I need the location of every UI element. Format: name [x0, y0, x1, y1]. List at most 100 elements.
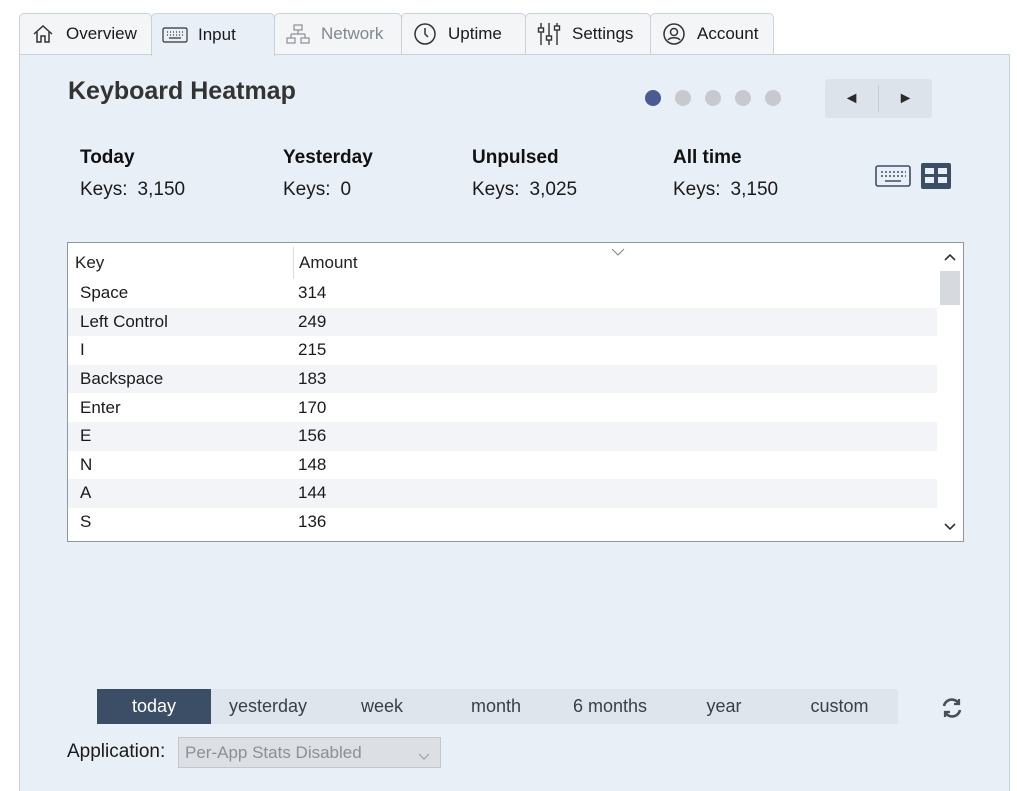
stat-heading: Yesterday — [283, 147, 373, 168]
cell-amount: 144 — [298, 483, 327, 503]
scroll-up-icon[interactable] — [937, 245, 963, 269]
table-row[interactable]: Enter 170 — [68, 393, 937, 422]
stat-heading: Unpulsed — [472, 147, 559, 168]
stat-value: 0 — [340, 179, 352, 200]
column-header-amount[interactable]: Amount — [299, 253, 358, 273]
tab-network[interactable]: Network — [274, 13, 402, 54]
sort-descending-icon — [611, 243, 625, 261]
table-row[interactable]: Left Control 249 — [68, 307, 937, 337]
tab-label: Uptime — [448, 24, 502, 43]
application-label: Application: — [67, 741, 166, 762]
view-toggle — [875, 163, 951, 194]
scroll-down-icon[interactable] — [937, 515, 963, 539]
sliders-icon — [536, 21, 562, 47]
application-select-value: Per-App Stats Disabled — [185, 742, 362, 762]
page-dot[interactable] — [735, 90, 751, 106]
range-6-months[interactable]: 6 months — [553, 689, 667, 724]
page-indicator — [645, 90, 781, 106]
cell-key: Enter — [80, 397, 121, 417]
table-header: Key Amount — [68, 243, 937, 281]
cell-key: Space — [80, 283, 129, 303]
clock-icon — [412, 21, 438, 47]
page-title: Keyboard Heatmap — [68, 77, 296, 105]
column-header-key[interactable]: Key — [75, 253, 104, 273]
cell-amount: 215 — [298, 340, 327, 360]
keyboard-view-icon[interactable] — [875, 164, 911, 193]
stat-value: 3,150 — [137, 179, 186, 200]
stat-heading: All time — [673, 147, 742, 168]
table-row[interactable]: I 215 — [68, 336, 937, 365]
range-custom[interactable]: custom — [781, 689, 898, 724]
chevron-down-icon — [418, 746, 430, 766]
stat-today: Today Keys: 3,150 — [80, 147, 270, 201]
tab-label: Settings — [572, 24, 634, 43]
page-dot[interactable] — [645, 90, 661, 106]
cell-key: I — [80, 340, 85, 360]
page-dot[interactable] — [765, 90, 781, 106]
input-panel: Keyboard Heatmap ◄ ► Today Keys: 3,150 Ye… — [19, 54, 1010, 791]
range-yesterday[interactable]: yesterday — [211, 689, 325, 724]
range-month[interactable]: month — [439, 689, 553, 724]
table-row[interactable]: A 144 — [68, 479, 937, 508]
network-icon — [285, 21, 311, 47]
range-week[interactable]: week — [325, 689, 439, 724]
refresh-icon[interactable] — [940, 696, 964, 720]
cell-amount: 148 — [298, 454, 327, 474]
pager-buttons: ◄ ► — [825, 79, 932, 118]
tab-label: Input — [198, 25, 236, 44]
cell-amount: 136 — [298, 512, 327, 532]
stat-label: Keys: — [673, 179, 721, 200]
stat-label: Keys: — [472, 179, 520, 200]
stat-label: Keys: — [283, 179, 331, 200]
stat-label: Keys: — [80, 179, 128, 200]
page-dot[interactable] — [675, 90, 691, 106]
cell-amount: 156 — [298, 426, 327, 446]
stat-all-time: All time Keys: 3,150 — [673, 147, 863, 201]
cell-amount: 314 — [298, 283, 327, 303]
stat-value: 3,025 — [529, 179, 578, 200]
prev-button[interactable]: ◄ — [825, 79, 878, 118]
stat-value: 3,150 — [730, 179, 779, 200]
table-body: Space 314 Left Control 249 I 215 Backspace 183 E… — [68, 279, 937, 536]
cell-key: E — [80, 426, 92, 446]
tab-account[interactable]: Account — [650, 13, 774, 54]
tab-label: Overview — [66, 24, 137, 43]
cell-key: Left Control — [80, 311, 168, 331]
cell-key: Backspace — [80, 369, 164, 389]
cell-amount: 170 — [298, 397, 327, 417]
cell-key: A — [80, 483, 92, 503]
next-button[interactable]: ► — [879, 79, 932, 118]
tab-input[interactable]: Input — [151, 13, 275, 56]
tab-uptime[interactable]: Uptime — [401, 13, 526, 54]
table-row[interactable]: S 136 — [68, 508, 937, 537]
tab-label: Account — [697, 24, 759, 43]
range-today[interactable]: today — [97, 689, 211, 724]
tab-overview[interactable]: Overview — [19, 13, 152, 54]
page-dot[interactable] — [705, 90, 721, 106]
keyboard-icon — [162, 22, 188, 48]
table-row[interactable]: N 148 — [68, 451, 937, 480]
table-row[interactable]: Space 314 — [68, 279, 937, 308]
key-table: Key Amount Space 314 Left Control 249 I 215 Ba… — [67, 242, 964, 542]
home-icon — [30, 21, 56, 47]
application-select[interactable]: Per-App Stats Disabled — [178, 737, 441, 768]
cell-amount: 249 — [298, 311, 327, 331]
scroll-thumb[interactable] — [940, 271, 960, 305]
table-row[interactable]: E 156 — [68, 421, 937, 451]
tab-label: Network — [321, 24, 384, 43]
table-row[interactable]: Backspace 183 — [68, 364, 937, 394]
range-year[interactable]: year — [667, 689, 781, 724]
tab-settings[interactable]: Settings — [525, 13, 651, 54]
tab-bar: Overview Input Network Uptime Settings A… — [19, 13, 774, 56]
stat-unpulsed: Unpulsed Keys: 3,025 — [472, 147, 662, 201]
vertical-scrollbar[interactable] — [937, 243, 963, 541]
stat-yesterday: Yesterday Keys: 0 — [283, 147, 473, 201]
cell-key: N — [80, 454, 93, 474]
table-view-icon[interactable] — [921, 163, 951, 194]
date-range-selector: today yesterday week month 6 months year custo… — [97, 689, 898, 724]
cell-key: S — [80, 512, 92, 532]
user-icon — [661, 21, 687, 47]
stat-heading: Today — [80, 147, 135, 168]
cell-amount: 183 — [298, 369, 327, 389]
column-divider[interactable] — [293, 247, 294, 279]
